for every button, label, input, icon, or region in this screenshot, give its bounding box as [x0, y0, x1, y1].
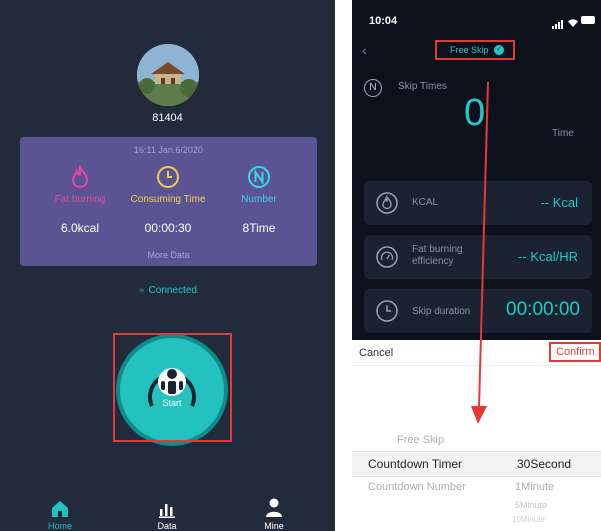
- annotation-arrow: [471, 81, 489, 424]
- fat-burning-label: Fat burning: [54, 194, 106, 205]
- consuming-time-label: Consuming Time: [130, 194, 206, 205]
- number-label: Number: [241, 194, 277, 205]
- nav-home[interactable]: Home: [40, 496, 80, 531]
- consuming-time-value: 00:00:30: [144, 221, 192, 235]
- avatar[interactable]: [137, 44, 199, 106]
- fat-burning-value: 6.0kcal: [60, 221, 100, 235]
- home-icon: [52, 501, 68, 517]
- home-screen: 81404 16:11 Jan.6/2020 Fat burning 6.0kc…: [0, 0, 335, 531]
- username: 81404: [152, 112, 183, 124]
- connection-status: ∗ Connected: [0, 285, 335, 296]
- nav-mine-label: Mine: [264, 521, 284, 531]
- nav-data-label: Data: [157, 521, 177, 531]
- more-data-link[interactable]: More Data: [20, 250, 317, 260]
- bottom-nav: Home Data Mine: [0, 496, 335, 531]
- bar-chart-icon: [159, 504, 175, 518]
- start-highlight-box: [113, 333, 232, 442]
- flame-icon: [68, 164, 92, 189]
- free-skip-screen: 10:04 ‹ Free Skip ✓ N Skip Times 0 Time …: [352, 0, 601, 531]
- nav-home-label: Home: [47, 521, 72, 531]
- nav-mine[interactable]: Mine: [254, 496, 294, 531]
- separator: [335, 0, 352, 531]
- letter-n-icon: [247, 165, 271, 189]
- clock-icon: [156, 165, 180, 189]
- bluetooth-icon: ∗: [138, 285, 146, 295]
- connection-status-text: Connected: [148, 285, 197, 296]
- stats-card: 16:11 Jan.6/2020 Fat burning 6.0kcal Con…: [20, 137, 317, 266]
- person-icon: [266, 498, 282, 517]
- nav-data[interactable]: Data: [147, 496, 187, 531]
- record-date: 16:11 Jan.6/2020: [134, 145, 203, 155]
- number-value: 8Time: [242, 221, 276, 235]
